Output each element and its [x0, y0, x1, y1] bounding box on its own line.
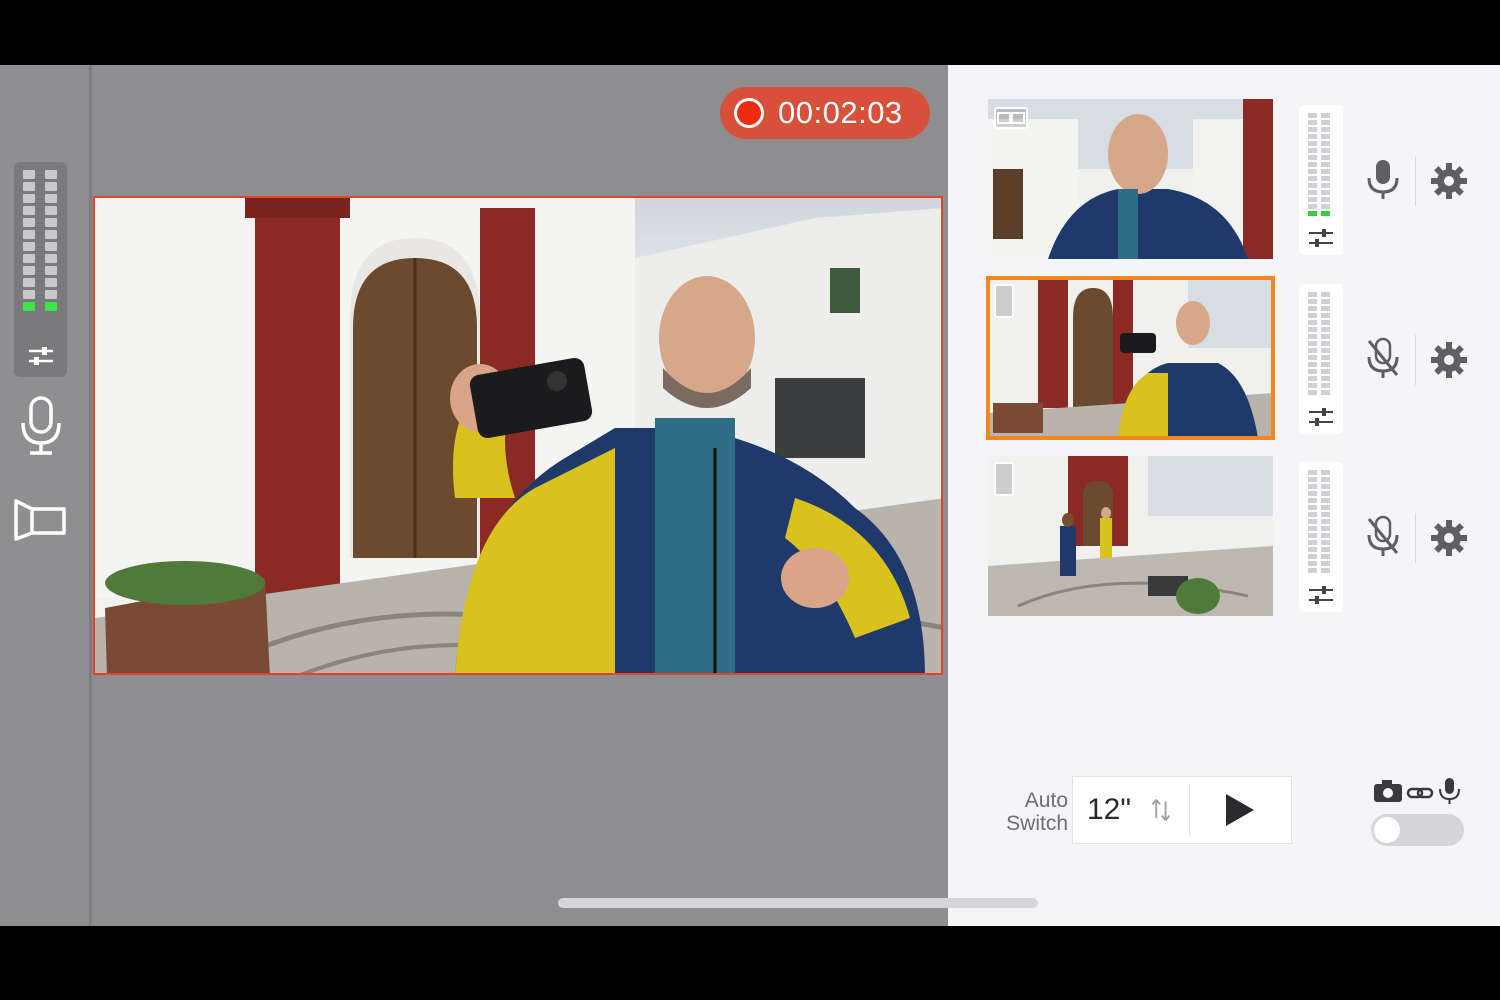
microphone-icon	[1439, 778, 1460, 804]
auto-switch-label: Auto Switch	[1006, 789, 1068, 835]
source-1-audio-meter[interactable]	[1299, 105, 1343, 255]
left-toolbar	[0, 65, 92, 926]
camera-source-1[interactable]	[988, 99, 1273, 259]
recording-timer-pill[interactable]: 00:02:03	[720, 87, 930, 139]
microphone-icon[interactable]	[1363, 158, 1403, 202]
auto-switch-interval[interactable]: 12"	[1087, 793, 1145, 827]
camera-mic-link-toggle[interactable]	[1371, 814, 1464, 846]
sliders-icon[interactable]	[1307, 584, 1335, 606]
meter-left-channel	[23, 170, 35, 311]
swap-arrows-icon[interactable]	[1145, 793, 1177, 827]
recording-timer: 00:02:03	[778, 95, 903, 130]
gear-icon[interactable]	[1430, 519, 1468, 557]
meter-right-channel	[45, 170, 57, 311]
camera-source-2[interactable]	[986, 276, 1275, 440]
main-camera-preview[interactable]	[93, 196, 943, 675]
auto-switch-control: 12"	[1072, 776, 1292, 844]
divider	[1415, 513, 1416, 563]
sliders-icon[interactable]	[14, 341, 67, 371]
record-dot-icon	[734, 98, 764, 128]
split-screen-icon	[994, 107, 1028, 129]
home-indicator[interactable]	[558, 898, 1038, 908]
top-letterbox	[0, 0, 1500, 65]
camera-source-3[interactable]	[988, 456, 1273, 616]
camera-view-icon[interactable]	[12, 497, 70, 541]
camera-mic-link-icons	[1372, 776, 1464, 806]
play-icon	[1226, 794, 1255, 826]
source-2-audio-meter[interactable]	[1299, 284, 1343, 434]
bottom-letterbox	[0, 926, 1500, 1000]
sliders-icon[interactable]	[1307, 227, 1335, 249]
source-3-audio-meter[interactable]	[1299, 462, 1343, 612]
link-icon	[1406, 787, 1434, 799]
camera-icon	[1374, 780, 1402, 802]
sliders-icon[interactable]	[1307, 406, 1335, 428]
gear-icon[interactable]	[1430, 162, 1468, 200]
divider	[1415, 156, 1416, 206]
gear-icon[interactable]	[1430, 341, 1468, 379]
microphone-muted-icon[interactable]	[1363, 515, 1403, 559]
play-button[interactable]	[1190, 776, 1291, 844]
microphone-icon[interactable]	[16, 395, 66, 457]
toggle-knob	[1374, 817, 1400, 843]
iphone-icon	[994, 284, 1014, 318]
divider	[1415, 335, 1416, 385]
iphone-icon	[994, 462, 1014, 496]
microphone-muted-icon[interactable]	[1363, 337, 1403, 381]
